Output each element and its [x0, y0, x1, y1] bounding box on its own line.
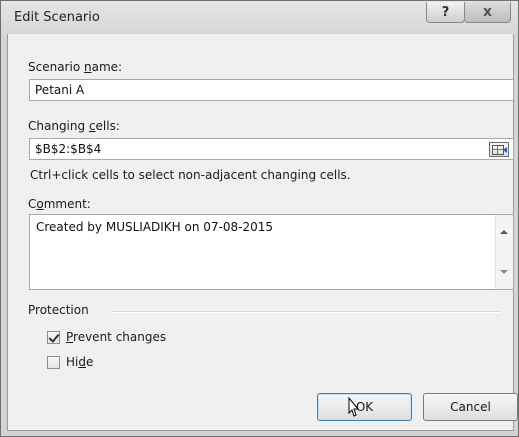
- hide-label: Hide: [66, 355, 94, 369]
- changing-cells-input[interactable]: $B$2:$B$4: [29, 138, 514, 160]
- prevent-changes-option[interactable]: Prevent changes: [47, 330, 166, 344]
- comment-text: Created by MUSLIADIKH on 07-08-2015: [36, 220, 274, 234]
- changing-cells-value: $B$2:$B$4: [35, 142, 102, 156]
- hide-option[interactable]: Hide: [47, 355, 93, 369]
- protection-divider: [111, 311, 501, 313]
- comment-scrollbar[interactable]: [495, 215, 513, 289]
- collapse-dialog-button[interactable]: [489, 142, 509, 157]
- close-button[interactable]: x: [464, 2, 511, 23]
- comment-label: Comment:: [28, 197, 91, 211]
- changing-cells-hint: Ctrl+click cells to select non-adjacent …: [30, 168, 351, 182]
- help-button[interactable]: ?: [426, 2, 465, 23]
- cancel-button[interactable]: Cancel: [423, 393, 518, 421]
- comment-textarea[interactable]: Created by MUSLIADIKH on 07-08-2015: [29, 214, 514, 290]
- prevent-changes-label: Prevent changes: [66, 330, 167, 344]
- dialog-title: Edit Scenario: [14, 10, 100, 25]
- ok-button[interactable]: OK: [317, 393, 412, 421]
- close-icon: x: [482, 4, 493, 20]
- hide-checkbox[interactable]: [47, 355, 60, 369]
- edit-scenario-dialog: Edit Scenario ? x Scenario name: Petani …: [0, 0, 519, 437]
- scenario-name-label: Scenario name:: [28, 60, 123, 74]
- scroll-up-icon[interactable]: [500, 230, 508, 234]
- changing-cells-label: Changing cells:: [28, 119, 120, 133]
- collapse-arrow-icon: [503, 147, 507, 153]
- scenario-name-input[interactable]: Petani A: [29, 79, 514, 101]
- mouse-pointer-icon: [348, 396, 360, 417]
- protection-group-label: Protection: [28, 303, 89, 317]
- dialog-body: Scenario name: Petani A Changing cells: …: [7, 34, 518, 431]
- prevent-changes-checkbox[interactable]: [47, 330, 60, 344]
- scroll-down-icon[interactable]: [500, 270, 508, 274]
- title-bar: Edit Scenario ? x: [1, 1, 518, 34]
- help-icon: ?: [441, 4, 450, 20]
